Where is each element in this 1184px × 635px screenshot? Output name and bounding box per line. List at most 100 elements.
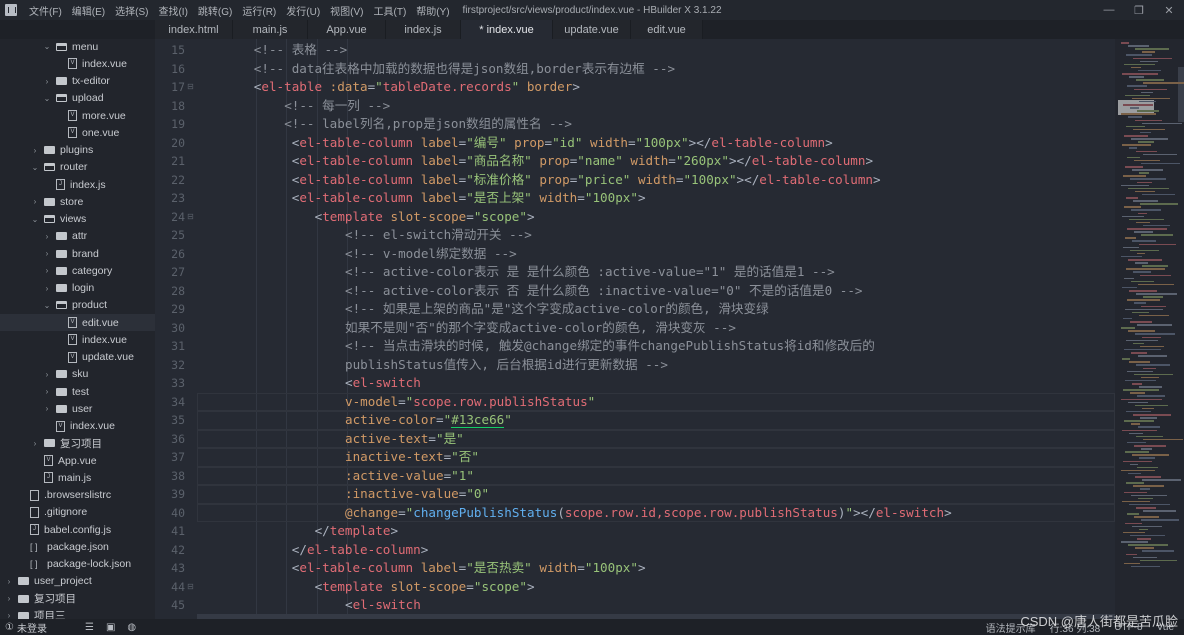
chevron-right-icon[interactable]: › xyxy=(42,370,52,379)
tree-item[interactable]: Jindex.js xyxy=(0,176,155,193)
list-icon[interactable]: ☰ xyxy=(85,622,94,633)
chevron-down-icon[interactable]: ⌄ xyxy=(30,163,40,172)
code-line[interactable]: inactive-text="否" xyxy=(345,448,479,467)
code-line[interactable]: <!-- 当点击滑块的时候, 触发@change绑定的事件changePubli… xyxy=(345,337,875,356)
tree-item[interactable]: .browserslistrc xyxy=(0,487,155,504)
chevron-down-icon[interactable]: ⌄ xyxy=(42,301,52,310)
editor-tab[interactable]: update.vue xyxy=(553,20,631,39)
menu-item[interactable]: 工具(T) xyxy=(374,3,407,18)
code-line[interactable]: 如果不是则"否"的那个字变成active-color的颜色, 滑块变灰 --> xyxy=(345,319,736,338)
code-line[interactable]: <!-- data往表格中加载的数据也得是json数组,border表示有边框 … xyxy=(254,60,675,79)
fold-toggle-icon[interactable]: ⊟ xyxy=(187,582,194,591)
menu-item[interactable]: 帮助(Y) xyxy=(416,3,449,18)
editor-tab[interactable]: main.js xyxy=(233,20,308,39)
code-line[interactable]: <el-table-column label="商品名称" prop="name… xyxy=(292,152,873,171)
tree-item[interactable]: .gitignore xyxy=(0,504,155,521)
tree-item[interactable]: ⌄ product xyxy=(0,297,155,314)
editor-tab[interactable]: index.html xyxy=(155,20,233,39)
menu-item[interactable]: 文件(F) xyxy=(29,3,62,18)
chevron-right-icon[interactable]: › xyxy=(30,439,40,448)
code-line[interactable]: <!-- el-switch滑动开关 --> xyxy=(345,226,532,245)
chevron-right-icon[interactable]: › xyxy=(42,387,52,396)
tree-item[interactable]: ⌄ router xyxy=(0,159,155,176)
tree-item[interactable]: › 复习项目 xyxy=(0,435,155,452)
chevron-right-icon[interactable]: › xyxy=(42,266,52,275)
login-status[interactable]: ① 未登录 xyxy=(5,620,47,635)
editor-tab[interactable]: edit.vue xyxy=(631,20,703,39)
code-line[interactable]: <!-- active-color表示 是 是什么颜色 :active-valu… xyxy=(345,263,835,282)
menu-item[interactable]: 跳转(G) xyxy=(198,3,232,18)
chevron-right-icon[interactable]: › xyxy=(30,197,40,206)
fold-toggle-icon[interactable]: ⊟ xyxy=(187,212,194,221)
tree-item[interactable]: ⌄ views xyxy=(0,211,155,228)
chevron-right-icon[interactable]: › xyxy=(4,577,14,586)
tree-item[interactable]: Vupdate.vue xyxy=(0,349,155,366)
code-line[interactable]: active-color="#13ce66" xyxy=(345,411,512,430)
vertical-scrollbar[interactable] xyxy=(1178,67,1184,122)
fold-toggle-icon[interactable]: ⊟ xyxy=(187,82,194,91)
menu-item[interactable]: 发行(U) xyxy=(286,3,320,18)
code-line[interactable]: <el-table-column label="标准价格" prop="pric… xyxy=(292,171,881,190)
code-line[interactable]: <!-- active-color表示 否 是什么颜色 :inactive-va… xyxy=(345,282,863,301)
tree-item[interactable]: › plugins xyxy=(0,142,155,159)
tree-item[interactable]: [ ] package.json xyxy=(0,538,155,555)
editor-tab[interactable]: index.js xyxy=(386,20,461,39)
tree-item[interactable]: Jmain.js xyxy=(0,469,155,486)
code-line[interactable]: </template> xyxy=(315,522,398,541)
editor-tab[interactable]: * index.vue xyxy=(461,20,553,39)
code-line[interactable]: <!-- 表格 --> xyxy=(254,41,347,60)
code-line[interactable]: <template slot-scope="scope"> xyxy=(315,578,535,597)
code-line[interactable]: <el-table-column label="是否上架" width="100… xyxy=(292,189,646,208)
menu-item[interactable]: 运行(R) xyxy=(242,3,276,18)
tree-item[interactable]: ⌄ menu xyxy=(0,39,155,55)
code-line[interactable]: <!-- 每一列 --> xyxy=(284,97,390,116)
minimap[interactable] xyxy=(1115,39,1184,619)
terminal-icon[interactable]: ▣ xyxy=(106,622,115,633)
code-editor[interactable]: <!-- 表格 --> <!-- data往表格中加载的数据也得是json数组,b… xyxy=(197,39,1115,619)
maximize-button[interactable]: ❐ xyxy=(1124,0,1154,20)
close-button[interactable]: ✕ xyxy=(1154,0,1184,20)
chevron-down-icon[interactable]: ⌄ xyxy=(30,215,40,224)
code-line[interactable]: <!-- label列名,prop是json数组的属性名 --> xyxy=(284,115,572,134)
chevron-right-icon[interactable]: › xyxy=(42,77,52,86)
code-line[interactable]: @change= " changePublishStatus(scope.row.i… xyxy=(345,504,952,523)
menu-item[interactable]: 查找(I) xyxy=(158,3,187,18)
chevron-right-icon[interactable]: › xyxy=(42,284,52,293)
code-line[interactable]: <el-table-column label="是否热卖" width="100… xyxy=(292,559,646,578)
tree-item[interactable]: › login xyxy=(0,280,155,297)
tree-item[interactable]: Jbabel.config.js xyxy=(0,521,155,538)
tree-item[interactable]: › sku xyxy=(0,366,155,383)
tree-item[interactable]: › store xyxy=(0,193,155,210)
tree-item[interactable]: › 复习项目 xyxy=(0,590,155,607)
minimize-button[interactable]: — xyxy=(1094,0,1124,20)
palette-icon[interactable]: ◍ xyxy=(127,622,136,633)
code-line[interactable]: v-model="scope.row.publishStatus" xyxy=(345,393,595,412)
code-line[interactable]: <el-table-column label="编号" prop="id" wi… xyxy=(292,134,833,153)
tree-item[interactable]: Vindex.vue xyxy=(0,331,155,348)
tree-item[interactable]: › user_project xyxy=(0,573,155,590)
tree-item[interactable]: Vone.vue xyxy=(0,124,155,141)
code-line[interactable]: active-text="是" xyxy=(345,430,464,449)
code-line[interactable]: </el-table-column> xyxy=(292,541,429,560)
chevron-down-icon[interactable]: ⌄ xyxy=(42,94,52,103)
tree-item[interactable]: › brand xyxy=(0,245,155,262)
code-line[interactable]: <el-switch xyxy=(345,596,421,615)
chevron-right-icon[interactable]: › xyxy=(42,404,52,413)
code-line[interactable]: :active-value="1" xyxy=(345,467,474,486)
tree-item[interactable]: › category xyxy=(0,262,155,279)
code-line[interactable]: <template slot-scope="scope"> xyxy=(315,208,535,227)
code-line[interactable]: <!-- 如果是上架的商品"是"这个字变成active-color的颜色, 滑块… xyxy=(345,300,769,319)
chevron-down-icon[interactable]: ⌄ xyxy=(42,42,52,51)
menu-item[interactable]: 编辑(E) xyxy=(72,3,105,18)
code-line[interactable]: <!-- v-model绑定数据 --> xyxy=(345,245,517,264)
editor-tab[interactable]: App.vue xyxy=(308,20,386,39)
tree-item[interactable]: › user xyxy=(0,400,155,417)
menu-item[interactable]: 视图(V) xyxy=(330,3,363,18)
tree-item[interactable]: › attr xyxy=(0,228,155,245)
code-line[interactable]: <el-switch xyxy=(345,374,421,393)
code-line[interactable]: <el-table :data="tableDate.records" bord… xyxy=(254,78,580,97)
tree-item[interactable]: V App.vue xyxy=(0,452,155,469)
chevron-right-icon[interactable]: › xyxy=(4,611,14,619)
code-line[interactable]: publishStatus值传入, 后台根据id进行更新数据 --> xyxy=(345,356,668,375)
menu-item[interactable]: 选择(S) xyxy=(115,3,148,18)
